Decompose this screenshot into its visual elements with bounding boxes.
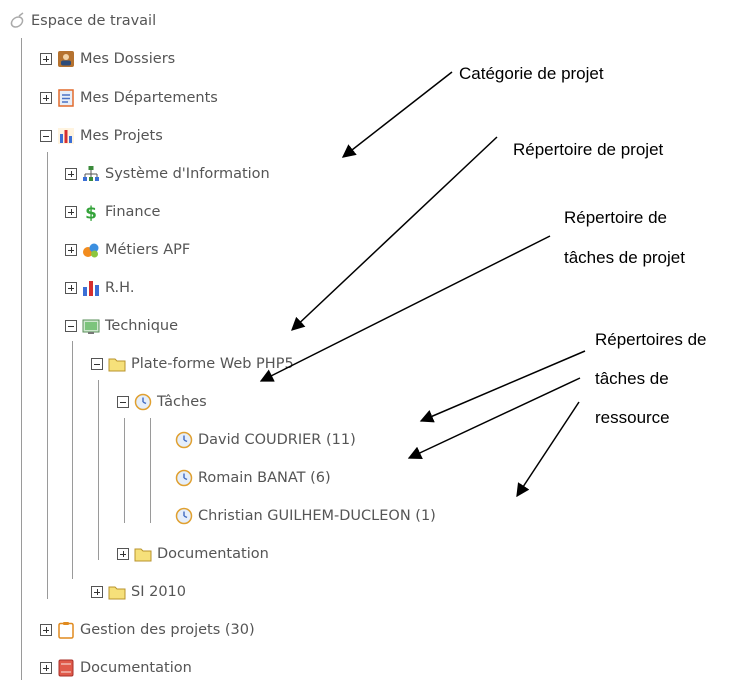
- romain-label: Romain BANAT (6): [198, 470, 331, 486]
- mes-departements-label: Mes Départements: [80, 90, 218, 106]
- clipboard-icon: [57, 621, 75, 639]
- svg-text:$: $: [85, 204, 97, 222]
- finance-label: Finance: [105, 204, 161, 220]
- gestion-projets-label: Gestion des projets (30): [80, 622, 255, 638]
- tree-item-gestion-projets[interactable]: Gestion des projets (30): [40, 619, 255, 641]
- annotation-repertoire: Répertoire de projet: [513, 140, 664, 159]
- screen-icon: [82, 317, 100, 335]
- tree-item-plateforme-web[interactable]: Plate-forme Web PHP5: [91, 353, 294, 375]
- tree-line-taches-inner: [150, 418, 151, 523]
- collapse-toggle[interactable]: [91, 358, 103, 370]
- clock-icon: [175, 507, 193, 525]
- annotation-ressource-line2: tâches de: [595, 369, 669, 388]
- tree-item-rh[interactable]: R.H.: [65, 277, 134, 299]
- tree-item-technique[interactable]: Technique: [65, 315, 178, 337]
- david-label: David COUDRIER (11): [198, 432, 356, 448]
- tree-line-root: [21, 38, 22, 680]
- mes-dossiers-label: Mes Dossiers: [80, 51, 176, 67]
- tree-line-mes-projets: [47, 152, 48, 599]
- expand-toggle[interactable]: [65, 282, 77, 294]
- expand-toggle[interactable]: [40, 92, 52, 104]
- folder-icon: [134, 545, 152, 563]
- tree-line-taches: [124, 418, 125, 523]
- christian-label: Christian GUILHEM-DUCLEON (1): [198, 508, 436, 524]
- mes-projets-label: Mes Projets: [80, 128, 163, 144]
- collapse-toggle[interactable]: [40, 130, 52, 142]
- tree-item-metiers-apf[interactable]: Métiers APF: [65, 239, 190, 261]
- rh-label: R.H.: [105, 280, 135, 296]
- network-icon: [82, 165, 100, 183]
- plateforme-web-label: Plate-forme Web PHP5: [131, 356, 294, 372]
- root-label: Espace de travail: [31, 13, 157, 29]
- expand-toggle[interactable]: [65, 168, 77, 180]
- expand-toggle[interactable]: [65, 206, 77, 218]
- clock-icon: [134, 393, 152, 411]
- clock-icon: [175, 431, 193, 449]
- expand-toggle[interactable]: [40, 624, 52, 636]
- annotation-categorie: Catégorie de projet: [459, 64, 604, 83]
- annotation-taches-line2: tâches de projet: [564, 248, 685, 267]
- taches-label: Tâches: [157, 394, 207, 410]
- clock-icon: [175, 469, 193, 487]
- expand-toggle[interactable]: [65, 244, 77, 256]
- tree-item-mes-departements[interactable]: Mes Départements: [40, 87, 218, 109]
- tree-item-mes-projets[interactable]: Mes Projets: [40, 125, 163, 147]
- annotation-ressource-line1: Répertoires de: [595, 330, 707, 349]
- tree-item-si-2010[interactable]: SI 2010: [91, 581, 186, 603]
- collapse-toggle[interactable]: [65, 320, 77, 332]
- metiers-apf-label: Métiers APF: [105, 242, 191, 258]
- person-folder-icon: [57, 50, 75, 68]
- systeme-information-label: Système d'Information: [105, 166, 270, 182]
- document-list-icon: [57, 89, 75, 107]
- folder-icon: [108, 583, 126, 601]
- tree-item-documentation-sub[interactable]: Documentation: [117, 543, 269, 565]
- folder-icon: [108, 355, 126, 373]
- collapse-toggle[interactable]: [117, 396, 129, 408]
- tree-item-romain[interactable]: Romain BANAT (6): [175, 467, 331, 489]
- bar-chart-icon: [82, 279, 100, 297]
- book-icon: [57, 659, 75, 677]
- expand-toggle[interactable]: [117, 548, 129, 560]
- tree-item-david[interactable]: David COUDRIER (11): [175, 429, 356, 451]
- tree-root[interactable]: Espace de travail: [8, 10, 156, 32]
- tree-item-mes-dossiers[interactable]: Mes Dossiers: [40, 48, 175, 70]
- expand-toggle[interactable]: [40, 662, 52, 674]
- tree-line-plateforme: [98, 380, 99, 560]
- technique-label: Technique: [105, 318, 179, 334]
- tree-item-systeme-information[interactable]: Système d'Information: [65, 163, 270, 185]
- dollar-icon: $: [82, 203, 100, 222]
- annotation-ressource-line3: ressource: [595, 408, 670, 427]
- expand-toggle[interactable]: [91, 586, 103, 598]
- tree-item-christian[interactable]: Christian GUILHEM-DUCLEON (1): [175, 505, 436, 527]
- tree-item-finance[interactable]: $ Finance: [65, 201, 160, 223]
- ring-icon: [8, 12, 26, 30]
- expand-toggle[interactable]: [40, 53, 52, 65]
- tree-item-documentation[interactable]: Documentation: [40, 657, 192, 679]
- annotation-taches-line1: Répertoire de: [564, 208, 668, 227]
- bar-chart-icon: [57, 127, 75, 145]
- documentation-label: Documentation: [80, 660, 192, 676]
- documentation-sub-label: Documentation: [157, 546, 269, 562]
- si-2010-label: SI 2010: [131, 584, 186, 600]
- bubbles-icon: [82, 241, 100, 259]
- tree-line-technique: [72, 341, 73, 579]
- tree-item-taches[interactable]: Tâches: [117, 391, 207, 413]
